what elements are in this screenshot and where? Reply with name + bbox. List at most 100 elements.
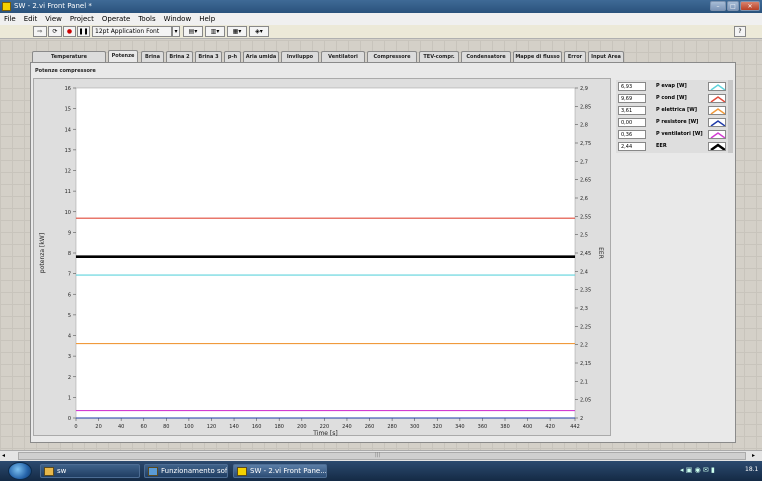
tab-potenze[interactable]: Potenze <box>108 50 138 62</box>
scroll-thumb[interactable] <box>18 452 746 460</box>
taskbar-item-front-panel[interactable]: SW - 2.vi Front Pane... <box>233 464 327 478</box>
x-tick-label: 60 <box>141 424 147 430</box>
run-arrow-icon[interactable]: ⇨ <box>33 26 47 37</box>
y-tick-label: 5 <box>68 313 71 319</box>
menu-help[interactable]: Help <box>195 13 219 25</box>
align-objects-icon[interactable]: ▤▾ <box>183 26 203 37</box>
tab-brina[interactable]: Brina <box>141 51 164 62</box>
x-tick-label: 80 <box>163 424 169 430</box>
tab-tev-compr[interactable]: TEV-compr. <box>419 51 459 62</box>
y-tick-label: 11 <box>65 189 71 195</box>
legend-label: EER <box>656 143 667 149</box>
labview-window: SW - 2.vi Front Panel * – □ ✕ File Edit Vi… <box>0 0 762 481</box>
x-tick-label: 0 <box>74 424 77 430</box>
y2-tick-label: 2,6 <box>580 196 588 202</box>
y-tick-label: 10 <box>65 210 71 216</box>
tab-input-area[interactable]: Input Area <box>588 51 624 62</box>
maximize-button[interactable]: □ <box>727 1 739 11</box>
scroll-left-icon[interactable]: ◂ <box>2 452 5 459</box>
tab-p-h[interactable]: p-h <box>224 51 241 62</box>
y2-tick-label: 2,5 <box>580 233 588 239</box>
legend-row[interactable]: 0,36 P ventilatori [W] <box>616 130 729 140</box>
font-dropdown[interactable]: 12pt Application Font <box>92 26 172 37</box>
chart-svg: 01234567891011121314151622,052,12,152,22… <box>39 86 604 437</box>
close-button[interactable]: ✕ <box>740 1 760 11</box>
legend-row[interactable]: 9,69 P cond [W] <box>616 94 729 104</box>
tab-compressore[interactable]: Compressore <box>367 51 417 62</box>
legend-row[interactable]: 3,61 P elettrica [W] <box>616 106 729 116</box>
x-tick-label: 140 <box>229 424 239 430</box>
taskbar-item-label: Funzionamento soft... <box>161 467 228 475</box>
y2-tick-label: 2,45 <box>580 251 591 257</box>
run-continuous-icon[interactable]: ⟳ <box>48 26 62 37</box>
y-tick-label: 3 <box>68 354 71 360</box>
taskbar-item-funzionamento[interactable]: Funzionamento soft... <box>144 464 228 478</box>
waveform-chart[interactable]: 0 1 2 3 4 5 6 7 8 9 10 11 12 13 14 15 16 2 2,05 2,1 2,15 2,2 2… <box>33 78 611 437</box>
tray-icons[interactable]: ◂ ▣ ◉ ✉ ▮ <box>680 466 715 474</box>
help-button[interactable]: ? <box>734 26 746 37</box>
tab-brina-2[interactable]: Brina 2 <box>166 51 193 62</box>
system-tray: ◂ ▣ ◉ ✉ ▮ <box>680 466 715 474</box>
menu-tools[interactable]: Tools <box>134 13 159 25</box>
y-tick-label: 14 <box>65 127 71 133</box>
x-tick-label: 280 <box>387 424 397 430</box>
x-axis-label: Time [s] <box>312 430 337 437</box>
y2-tick-label: 2,7 <box>580 159 588 165</box>
title-bar: SW - 2.vi Front Panel * – □ ✕ <box>0 0 762 13</box>
pause-icon[interactable]: ❚❚ <box>77 26 90 37</box>
menu-window[interactable]: Window <box>160 13 196 25</box>
menu-operate[interactable]: Operate <box>98 13 134 25</box>
x-tick-label: 300 <box>410 424 420 430</box>
tab-temperature-compressore[interactable]: Temperature compressore <box>32 51 106 70</box>
abort-icon[interactable]: ● <box>63 26 76 37</box>
scroll-right-icon[interactable]: ▸ <box>752 452 755 459</box>
legend-scrollbar[interactable] <box>728 80 733 153</box>
x-tick-label: 180 <box>274 424 284 430</box>
legend-row[interactable]: 6,93 P evap [W] <box>616 82 729 92</box>
legend-label: P elettrica [W] <box>656 107 698 113</box>
y2-tick-label: 2,3 <box>580 306 588 312</box>
tab-mappe-di-flusso[interactable]: Mappe di flusso <box>513 51 562 62</box>
legend-row[interactable]: 2,44 EER <box>616 142 729 152</box>
distribute-objects-icon[interactable]: ▥▾ <box>205 26 225 37</box>
x-tick-label: 320 <box>432 424 442 430</box>
tab-aria-umida[interactable]: Aria umida <box>243 51 279 62</box>
window-title: SW - 2.vi Front Panel * <box>14 2 92 10</box>
plot-area[interactable] <box>75 87 576 419</box>
legend-value: 6,93 <box>618 82 646 91</box>
menu-edit[interactable]: Edit <box>20 13 42 25</box>
chevron-down-icon[interactable]: ▾ <box>172 26 180 37</box>
resize-objects-icon[interactable]: ▦▾ <box>227 26 247 37</box>
plot-style-icon <box>708 118 726 127</box>
taskbar-item-sw[interactable]: sw <box>40 464 140 478</box>
y2-tick-label: 2,85 <box>580 104 591 110</box>
menu-project[interactable]: Project <box>66 13 98 25</box>
x-tick-label: 100 <box>184 424 194 430</box>
y-tick-label: 15 <box>65 107 71 113</box>
minimize-button[interactable]: – <box>710 1 726 11</box>
reorder-icon[interactable]: ◈▾ <box>249 26 269 37</box>
menu-view[interactable]: View <box>41 13 66 25</box>
taskbar-item-label: SW - 2.vi Front Pane... <box>250 467 327 475</box>
tab-ventilatori[interactable]: Ventilatori <box>321 51 365 62</box>
legend-row[interactable]: 0,00 P resistore [W] <box>616 118 729 128</box>
y-tick-label: 6 <box>68 292 71 298</box>
legend-value: 2,44 <box>618 142 646 151</box>
y2-tick-label: 2 <box>580 416 583 422</box>
tab-condensatore[interactable]: Condensatore <box>461 51 511 62</box>
tab-brina-3[interactable]: Brina 3 <box>195 51 222 62</box>
taskbar-item-label: sw <box>57 467 67 475</box>
folder-icon <box>44 467 54 476</box>
tab-inviluppo[interactable]: Inviluppo <box>281 51 319 62</box>
legend-value: 9,69 <box>618 94 646 103</box>
start-button[interactable] <box>8 462 32 480</box>
plot-style-icon <box>708 106 726 115</box>
tab-error[interactable]: Error <box>564 51 586 62</box>
horizontal-scrollbar[interactable]: ◂ ||| ▸ <box>0 450 762 461</box>
y-tick-label: 4 <box>68 334 71 340</box>
y-axis-label: potenza [kW] <box>39 233 46 273</box>
menu-file[interactable]: File <box>0 13 20 25</box>
y2-tick-label: 2,65 <box>580 178 591 184</box>
y-tick-label: 13 <box>65 148 71 154</box>
y2-tick-label: 2,35 <box>580 288 591 294</box>
